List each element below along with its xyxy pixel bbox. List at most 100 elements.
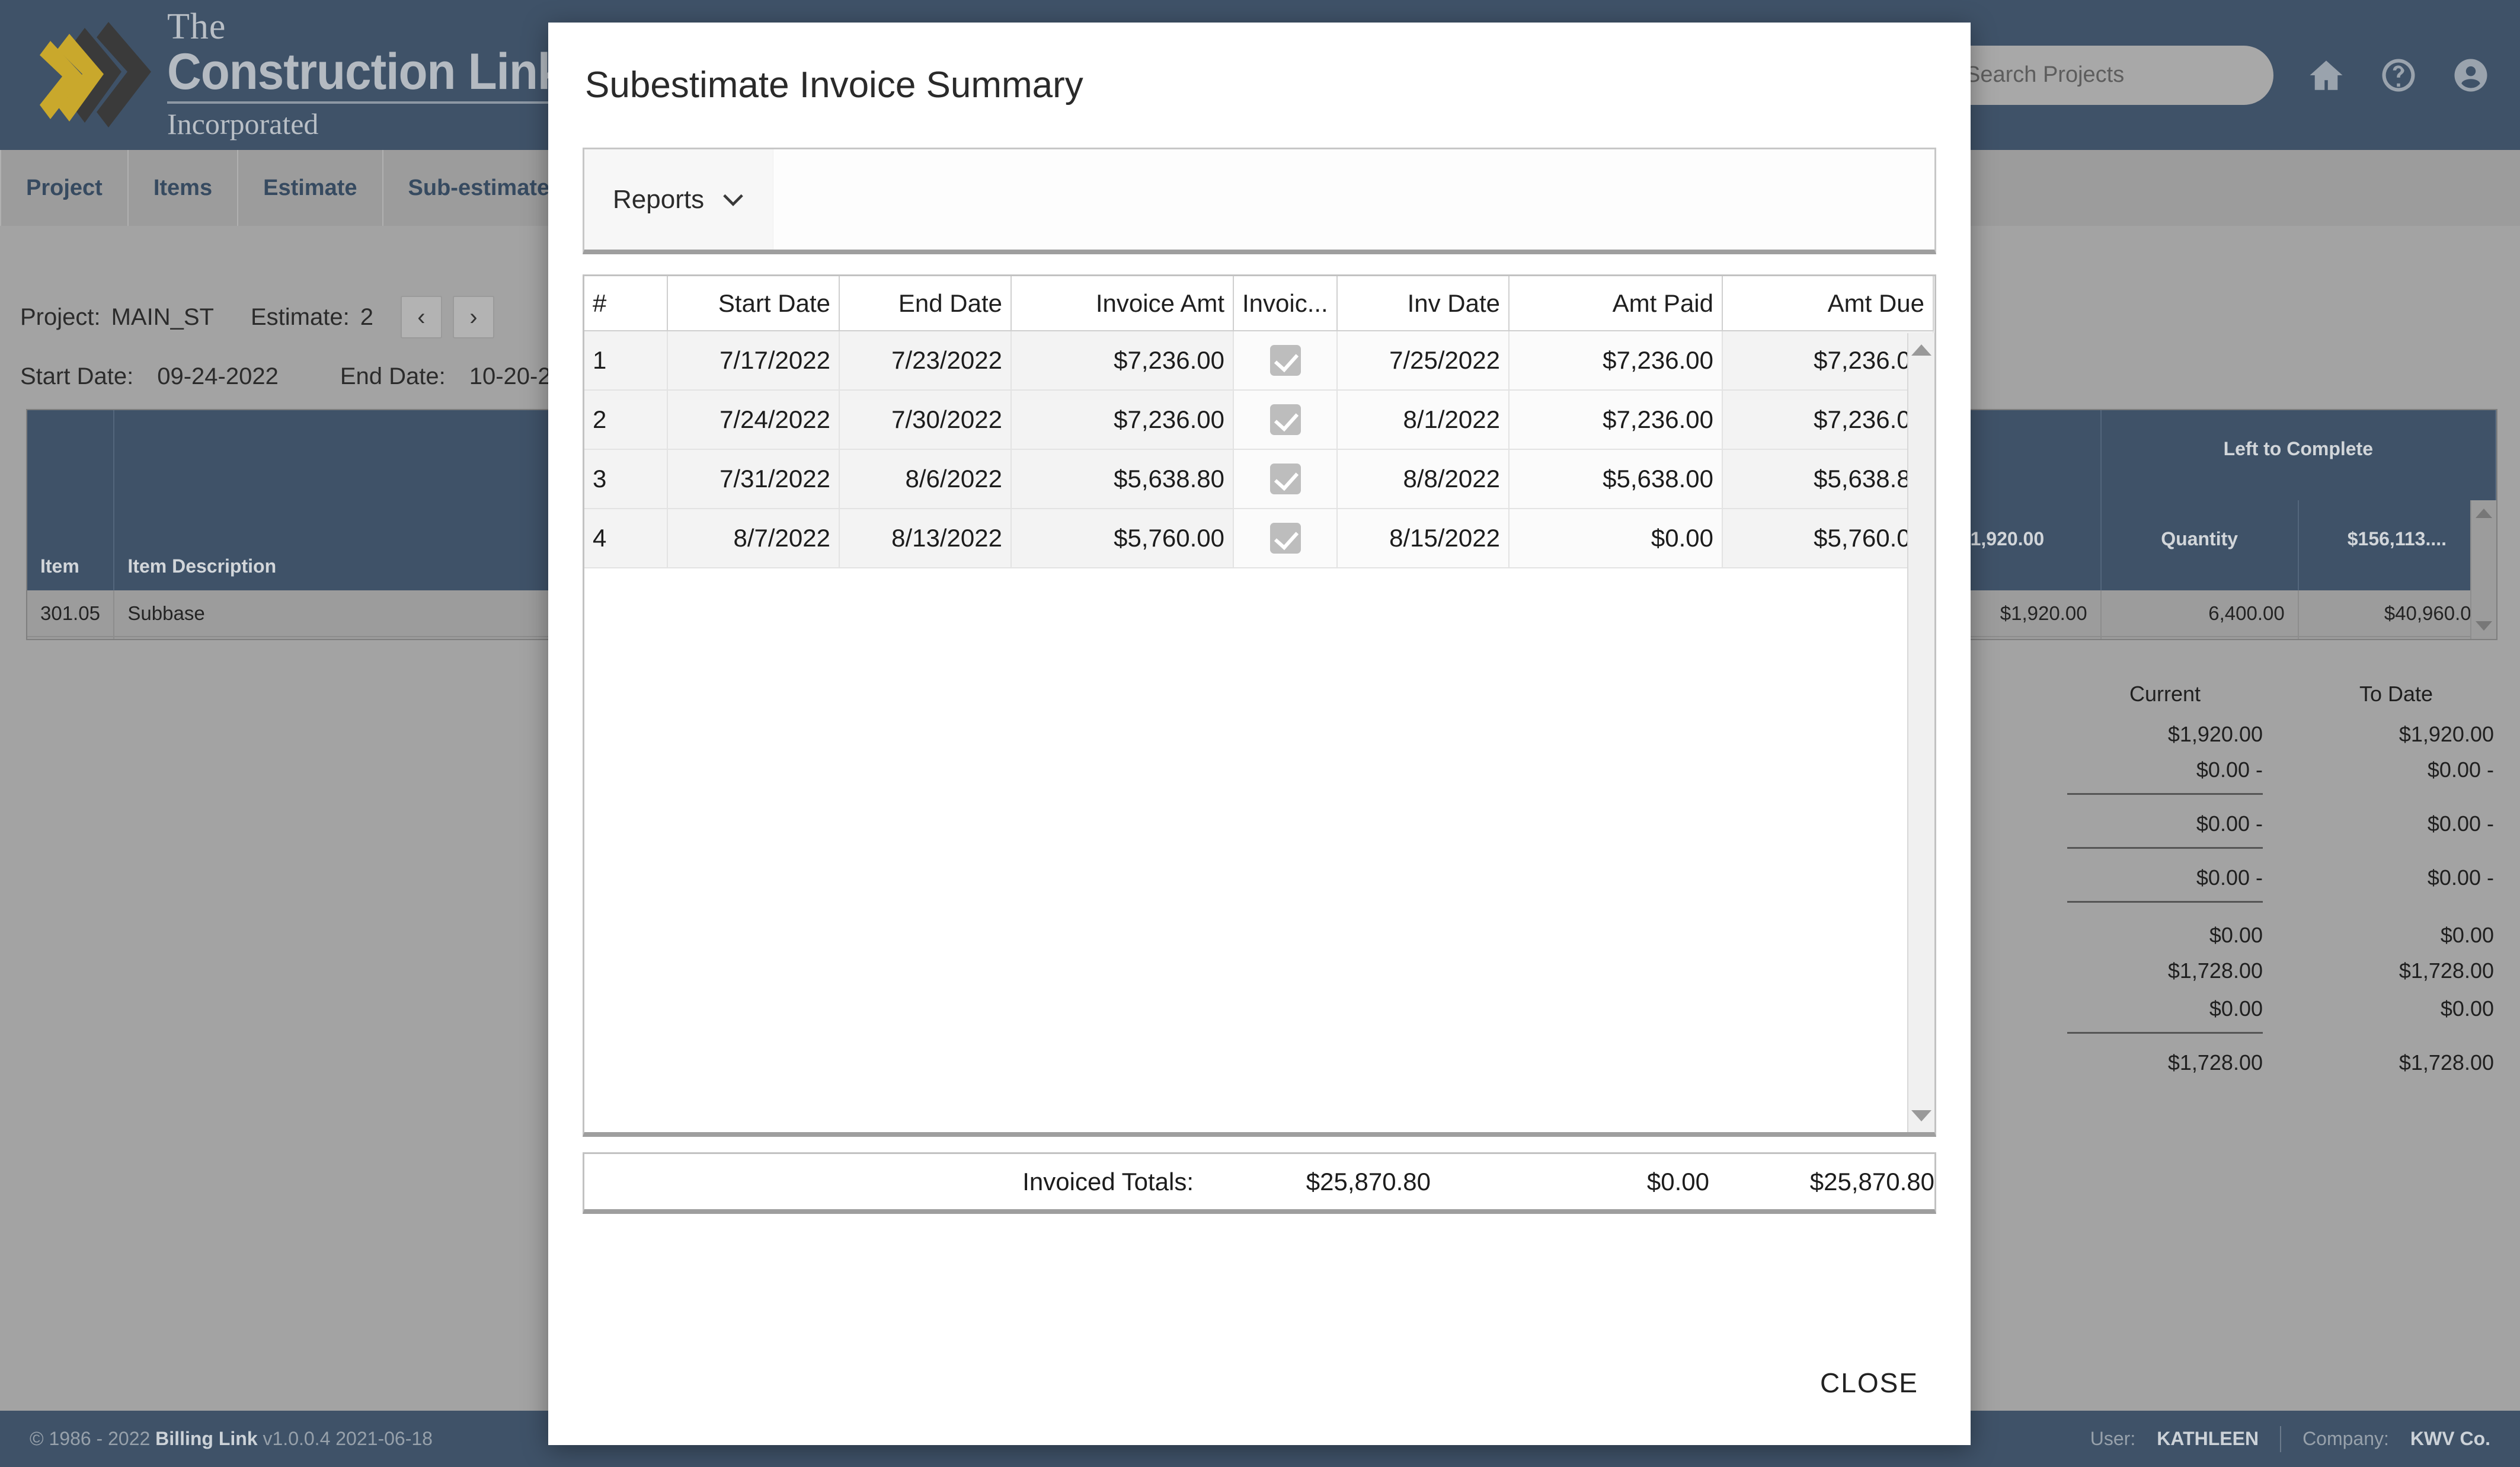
col-amt-paid[interactable]: Amt Paid [1509,276,1723,331]
close-button[interactable]: CLOSE [1802,1356,1936,1410]
invoiced-checkbox[interactable] [1269,404,1301,436]
footer-version: v1.0.0.4 2021-06-18 [263,1428,433,1449]
chevron-logo-icon [33,17,154,133]
footer-copyright: © 1986 - 2022 Billing Link v1.0.0.4 2021… [30,1428,433,1450]
brand-logo[interactable]: The Construction Link Incorporated [0,8,593,141]
cell-amt-due: $7,236.00 [1722,331,1934,391]
cell-item: 301.05 [27,590,115,637]
cell-inv-date: 8/8/2022 [1337,449,1510,509]
table-row[interactable]: 4 8/7/2022 8/13/2022 $5,760.00 8/15/2022… [584,509,1934,568]
invoice-grid-scrollbar[interactable] [1907,333,1934,1132]
items-grid-scrollbar[interactable] [2470,500,2496,639]
col-row-number[interactable]: # [584,276,668,331]
summary-current: $1,920.00 [2167,722,2263,746]
col-inv-date[interactable]: Inv Date [1337,276,1510,331]
summary-todate: $0.00 [2298,758,2494,782]
invoiced-checkbox[interactable] [1269,523,1301,554]
cell-left-amt: $40,960.00 [2298,590,2496,637]
brand-line-1: The [167,7,226,47]
cell-invoice-amt: $7,236.00 [1011,331,1234,391]
estimate-value: 2 [360,303,373,330]
nav-tab-project[interactable]: Project [0,150,129,226]
cell-row-number: 4 [584,509,668,568]
prev-estimate-button[interactable]: ‹ [400,296,442,338]
home-icon[interactable] [2307,56,2346,95]
col-invoice-amt[interactable]: Invoice Amt [1011,276,1234,331]
cell-end-date: 7/30/2022 [839,390,1012,450]
cell-invoiced[interactable] [1233,331,1338,391]
table-row[interactable]: 2 7/24/2022 7/30/2022 $7,236.00 8/1/2022… [584,390,1934,450]
summary-row: $0.00 $0.00 [1901,923,2494,948]
footer-user-value: KATHLEEN [2157,1428,2259,1449]
summary-todate: $1,728.00 [2399,1050,2494,1075]
scroll-down-icon[interactable] [2476,621,2492,631]
table-row[interactable]: 1 7/17/2022 7/23/2022 $7,236.00 7/25/202… [584,331,1934,391]
summary-row: $1,728.00 $1,728.00 [1901,958,2494,983]
nav-tab-label: Project [26,175,103,200]
col-end-date[interactable]: End Date [839,276,1012,331]
nav-tab-label: Items [153,175,213,200]
estimate-label: Estimate: [250,303,350,330]
subestimate-invoice-summary-dialog: Subestimate Invoice Summary Reports # St… [548,23,1971,1445]
summary-col-current: Current [2129,682,2201,706]
nav-tab-estimate[interactable]: Estimate [238,150,383,226]
cell-item: 101 [27,637,115,639]
col-amt-due[interactable]: Amt Due [1722,276,1934,331]
summary-current: $0.00 [2209,923,2263,947]
col-invoiced[interactable]: Invoic... [1233,276,1338,331]
summary-current: $1,728.00 [2167,958,2263,983]
cell-left-amt: $22,512.00 [2298,637,2496,639]
cell-invoiced[interactable] [1233,449,1338,509]
col-start-date[interactable]: Start Date [667,276,840,331]
cell-invoice-amt: $5,638.80 [1011,449,1234,509]
cell-inv-date: 7/25/2022 [1337,331,1510,391]
cell-amt-paid: $7,236.00 [1509,390,1723,450]
scroll-up-icon[interactable] [2476,509,2492,518]
account-icon[interactable] [2451,56,2490,95]
nav-tab-items[interactable]: Items [129,150,239,226]
reports-dropdown-button[interactable]: Reports [584,149,774,250]
summary-current: $0.00 [2067,811,2263,836]
cell-end-date: 8/6/2022 [839,449,1012,509]
end-date-label: End Date: [340,363,446,389]
col-left-amount[interactable]: $156,113.... [2298,500,2496,590]
col-item[interactable]: Item [27,410,115,590]
cell-invoiced[interactable] [1233,509,1338,568]
cell-row-number: 1 [584,331,668,391]
summary-column-headers: Current To Date [1901,682,2494,722]
summary-todate: $0.00 [2440,923,2494,947]
totals-amt-due: $25,870.80 [1809,1167,1934,1196]
totals-amt-paid: $0.00 [1646,1167,1709,1196]
chevron-down-icon [723,194,743,206]
summary-row: $1,728.00 $1,728.00 [1901,1050,2494,1075]
summary-row: $0.00 $0.00 [1901,811,2494,836]
summary-rule [2067,1032,2263,1034]
cell-left-qty: 2,800.00 [2100,637,2299,639]
footer-user-label: User: [2090,1428,2136,1449]
cell-row-number: 2 [584,390,668,450]
invoice-grid[interactable]: # Start Date End Date Invoice Amt Invoic… [583,274,1936,1137]
summary-todate: $1,920.00 [2399,722,2494,746]
scroll-up-button[interactable] [1908,337,1934,363]
cell-invoiced[interactable] [1233,390,1338,450]
cell-amt-paid: $5,638.00 [1509,449,1723,509]
brand-line-3: Incorporated [167,101,593,142]
summary-rule [2067,793,2263,795]
summary-rule [2067,847,2263,849]
summary-col-todate: To Date [2359,682,2433,706]
invoice-grid-header: # Start Date End Date Invoice Amt Invoic… [584,276,1934,331]
scroll-down-button[interactable] [1908,1102,1934,1129]
summary-rule [2067,901,2263,903]
start-date-label: Start Date: [20,363,134,389]
invoiced-checkbox[interactable] [1269,345,1301,376]
help-icon[interactable] [2379,56,2418,95]
col-left-quantity[interactable]: Quantity [2100,500,2299,590]
invoiced-checkbox[interactable] [1269,464,1301,495]
cell-invoice-amt: $5,760.00 [1011,509,1234,568]
search-input[interactable] [1942,45,2273,105]
footer-divider [2280,1426,2282,1452]
reports-toolbar: Reports [583,148,1936,254]
summary-row: $0.00 $0.00 [1901,758,2494,782]
table-row[interactable]: 3 7/31/2022 8/6/2022 $5,638.80 8/8/2022 … [584,449,1934,509]
next-estimate-button[interactable]: › [452,296,494,338]
